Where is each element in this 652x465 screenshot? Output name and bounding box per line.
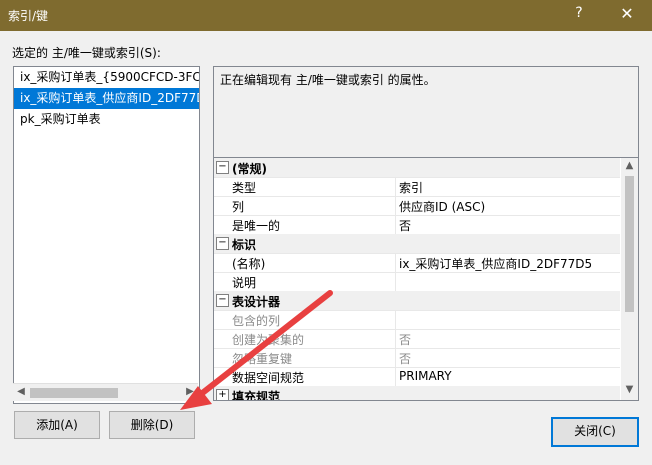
grid-vertical-scrollbar[interactable]: ▲ ▼ xyxy=(621,158,638,400)
property-row[interactable]: 创建为聚集的 否 xyxy=(214,329,620,349)
category-label: 填充规范 xyxy=(232,390,281,401)
category-label: 表设计器 xyxy=(232,295,281,309)
property-name: 创建为聚集的 xyxy=(232,333,305,347)
property-value[interactable]: 否 xyxy=(399,350,411,367)
property-value[interactable]: 否 xyxy=(399,331,411,348)
property-value[interactable]: 否 xyxy=(399,217,411,234)
property-name: 是唯一的 xyxy=(232,219,281,233)
property-value[interactable]: ix_采购订单表_供应商ID_2DF77D5 xyxy=(399,255,592,272)
property-name: 列 xyxy=(232,200,245,214)
scroll-up-icon[interactable]: ▲ xyxy=(621,160,638,174)
scroll-right-icon[interactable]: ▶ xyxy=(183,386,197,399)
index-list-item[interactable]: ix_采购订单表_{5900CFCD-3FC7 xyxy=(14,67,199,88)
property-row[interactable]: 说明 xyxy=(214,272,620,292)
title-bar: 索引/键 ? ✕ xyxy=(0,0,652,31)
index-list-item[interactable]: pk_采购订单表 xyxy=(14,109,199,130)
property-grid[interactable]: − (常规) 类型 索引 列 供应商ID (ASC) 是唯一的 否 − 标识 (… xyxy=(213,157,639,401)
index-list-label: 选定的 主/唯一键或索引(S): xyxy=(12,46,161,60)
property-row[interactable]: 是唯一的 否 xyxy=(214,215,620,235)
collapse-icon[interactable]: − xyxy=(216,161,229,174)
property-row[interactable]: 类型 索引 xyxy=(214,177,620,197)
category-designer[interactable]: − 表设计器 xyxy=(214,291,620,311)
scroll-thumb[interactable] xyxy=(30,388,118,398)
index-list-item-selected[interactable]: ix_采购订单表_供应商ID_2DF77D xyxy=(14,88,199,109)
index-listbox[interactable]: ix_采购订单表_{5900CFCD-3FC7 ix_采购订单表_供应商ID_2… xyxy=(13,66,200,404)
window-title: 索引/键 xyxy=(8,9,49,23)
property-value[interactable]: PRIMARY xyxy=(399,369,452,383)
dialog-body: 选定的 主/唯一键或索引(S): ix_采购订单表_{5900CFCD-3FC7… xyxy=(0,31,652,465)
close-window-button[interactable]: ✕ xyxy=(611,4,643,26)
property-row[interactable]: 忽略重复键 否 xyxy=(214,348,620,368)
collapse-icon[interactable]: − xyxy=(216,237,229,250)
property-value[interactable]: 索引 xyxy=(399,179,423,196)
property-name: 忽略重复键 xyxy=(232,352,293,366)
collapse-icon[interactable]: − xyxy=(216,294,229,307)
property-row[interactable]: (名称) ix_采购订单表_供应商ID_2DF77D5 xyxy=(214,253,620,273)
property-name: 说明 xyxy=(232,276,257,290)
property-name: 包含的列 xyxy=(232,314,281,328)
close-button[interactable]: 关闭(C) xyxy=(551,417,639,447)
category-identity[interactable]: − 标识 xyxy=(214,234,620,254)
description-text: 正在编辑现有 主/唯一键或索引 的属性。 xyxy=(220,73,436,87)
scroll-thumb[interactable] xyxy=(625,176,634,312)
property-name: 类型 xyxy=(232,181,257,195)
property-row[interactable]: 列 供应商ID (ASC) xyxy=(214,196,620,216)
list-horizontal-scrollbar[interactable]: ◀ ▶ xyxy=(13,383,198,401)
property-row[interactable]: 数据空间规范 PRIMARY xyxy=(214,367,620,387)
description-box: 正在编辑现有 主/唯一键或索引 的属性。 xyxy=(213,66,639,170)
category-label: 标识 xyxy=(232,238,257,252)
delete-button[interactable]: 删除(D) xyxy=(109,411,195,439)
scroll-left-icon[interactable]: ◀ xyxy=(14,386,28,399)
property-row[interactable]: 包含的列 xyxy=(214,310,620,330)
property-value[interactable]: 供应商ID (ASC) xyxy=(399,198,485,215)
category-general[interactable]: − (常规) xyxy=(214,158,620,178)
expand-icon[interactable]: + xyxy=(216,389,229,400)
property-name: (名称) xyxy=(232,257,266,271)
scroll-down-icon[interactable]: ▼ xyxy=(621,384,638,398)
property-name: 数据空间规范 xyxy=(232,371,305,385)
category-fill[interactable]: + 填充规范 xyxy=(214,386,620,401)
help-button[interactable]: ? xyxy=(565,5,593,25)
category-label: (常规) xyxy=(232,162,267,176)
add-button[interactable]: 添加(A) xyxy=(14,411,100,439)
